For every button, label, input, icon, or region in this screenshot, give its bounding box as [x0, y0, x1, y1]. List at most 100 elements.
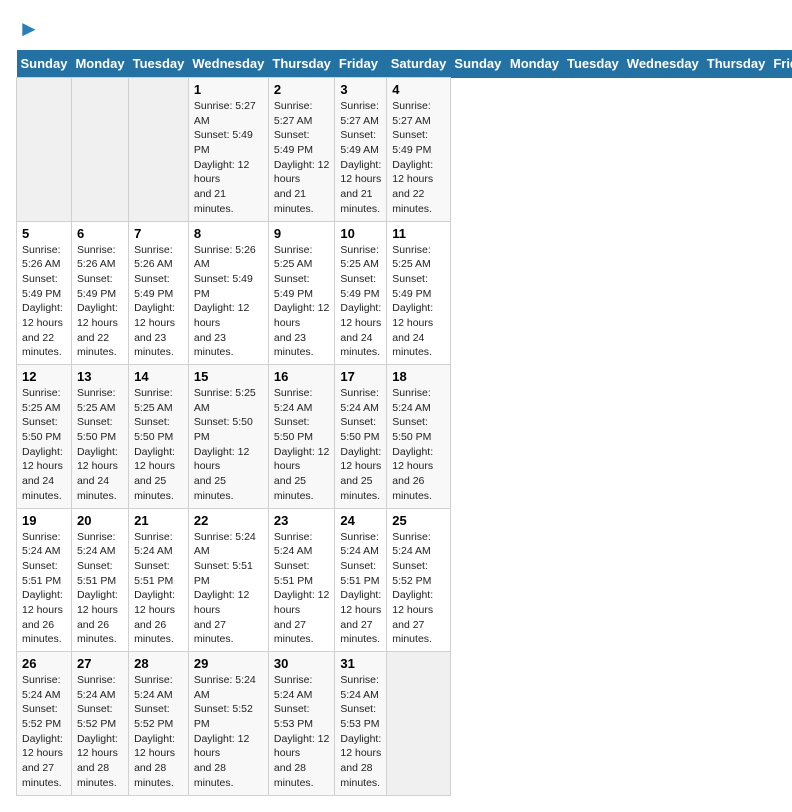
day-of-week-header: Thursday: [703, 50, 770, 78]
page-header: ►: [16, 16, 776, 42]
calendar-cell: 10 Sunrise: 5:25 AM Sunset: 5:49 PM Dayli…: [335, 221, 387, 365]
day-number: 10: [340, 226, 381, 241]
day-info: Sunrise: 5:26 AM Sunset: 5:49 PM Dayligh…: [77, 243, 123, 361]
calendar-cell: 16 Sunrise: 5:24 AM Sunset: 5:50 PM Dayli…: [268, 365, 335, 509]
day-number: 5: [22, 226, 66, 241]
day-number: 31: [340, 656, 381, 671]
day-of-week-header: Monday: [71, 50, 128, 78]
day-number: 28: [134, 656, 183, 671]
day-info: Sunrise: 5:25 AM Sunset: 5:50 PM Dayligh…: [134, 386, 183, 504]
calendar-header-row: SundayMondayTuesdayWednesdayThursdayFrid…: [17, 50, 792, 78]
day-info: Sunrise: 5:24 AM Sunset: 5:52 PM Dayligh…: [22, 673, 66, 791]
day-number: 12: [22, 369, 66, 384]
day-info: Sunrise: 5:24 AM Sunset: 5:50 PM Dayligh…: [340, 386, 381, 504]
calendar-cell: 8Sunrise: 5:26 AM Sunset: 5:49 PM Daylig…: [188, 221, 268, 365]
day-number: 16: [274, 369, 330, 384]
day-number: 4: [392, 82, 445, 97]
day-info: Sunrise: 5:24 AM Sunset: 5:51 PM Dayligh…: [340, 530, 381, 648]
day-number: 1: [194, 82, 263, 97]
day-number: 22: [194, 513, 263, 528]
day-of-week-header: Friday: [335, 50, 387, 78]
day-of-week-header: Tuesday: [563, 50, 623, 78]
calendar-week-row: 12 Sunrise: 5:25 AM Sunset: 5:50 PM Dayli…: [17, 365, 792, 509]
calendar-cell: 26Sunrise: 5:24 AM Sunset: 5:52 PM Dayli…: [17, 652, 72, 796]
day-info: Sunrise: 5:24 AM Sunset: 5:52 PM Dayligh…: [77, 673, 123, 791]
calendar-cell: 29 Sunrise: 5:24 AM Sunset: 5:52 PM Dayli…: [188, 652, 268, 796]
calendar-cell: 13Sunrise: 5:25 AM Sunset: 5:50 PM Dayli…: [71, 365, 128, 509]
calendar-cell: [17, 78, 72, 222]
logo-bird-icon: ►: [18, 16, 40, 42]
calendar-cell: 23Sunrise: 5:24 AM Sunset: 5:51 PM Dayli…: [268, 508, 335, 652]
calendar-week-row: 5 Sunrise: 5:26 AM Sunset: 5:49 PM Daylig…: [17, 221, 792, 365]
calendar-cell: 3Sunrise: 5:27 AM Sunset: 5:49 AM Daylig…: [335, 78, 387, 222]
day-of-week-header: Friday: [769, 50, 792, 78]
day-number: 24: [340, 513, 381, 528]
calendar-cell: 22 Sunrise: 5:24 AM Sunset: 5:51 PM Dayli…: [188, 508, 268, 652]
calendar-cell: 9 Sunrise: 5:25 AM Sunset: 5:49 PM Daylig…: [268, 221, 335, 365]
day-info: Sunrise: 5:26 AM Sunset: 5:49 PM Dayligh…: [22, 243, 66, 361]
calendar-cell: 11 Sunrise: 5:25 AM Sunset: 5:49 PM Dayli…: [387, 221, 451, 365]
day-number: 27: [77, 656, 123, 671]
day-info: Sunrise: 5:24 AM Sunset: 5:50 PM Dayligh…: [274, 386, 330, 504]
day-number: 25: [392, 513, 445, 528]
calendar-cell: 31 Sunrise: 5:24 AM Sunset: 5:53 PM Dayli…: [335, 652, 387, 796]
calendar-cell: 18 Sunrise: 5:24 AM Sunset: 5:50 PM Dayli…: [387, 365, 451, 509]
day-info: Sunrise: 5:27 AM Sunset: 5:49 PM Dayligh…: [194, 99, 263, 217]
calendar-week-row: 1 Sunrise: 5:27 AM Sunset: 5:49 PM Daylig…: [17, 78, 792, 222]
calendar-cell: 20 Sunrise: 5:24 AM Sunset: 5:51 PM Dayli…: [71, 508, 128, 652]
calendar-cell: 17 Sunrise: 5:24 AM Sunset: 5:50 PM Dayli…: [335, 365, 387, 509]
day-info: Sunrise: 5:24 AM Sunset: 5:51 PM Dayligh…: [134, 530, 183, 648]
day-number: 3: [340, 82, 381, 97]
day-of-week-header: Sunday: [17, 50, 72, 78]
day-number: 9: [274, 226, 330, 241]
calendar-week-row: 26Sunrise: 5:24 AM Sunset: 5:52 PM Dayli…: [17, 652, 792, 796]
day-number: 23: [274, 513, 330, 528]
calendar-cell: 25 Sunrise: 5:24 AM Sunset: 5:52 PM Dayli…: [387, 508, 451, 652]
calendar-cell: 6Sunrise: 5:26 AM Sunset: 5:49 PM Daylig…: [71, 221, 128, 365]
calendar-cell: 15 Sunrise: 5:25 AM Sunset: 5:50 PM Dayli…: [188, 365, 268, 509]
day-number: 14: [134, 369, 183, 384]
day-number: 17: [340, 369, 381, 384]
day-of-week-header: Wednesday: [188, 50, 268, 78]
calendar-cell: 1 Sunrise: 5:27 AM Sunset: 5:49 PM Daylig…: [188, 78, 268, 222]
day-info: Sunrise: 5:27 AM Sunset: 5:49 PM Dayligh…: [392, 99, 445, 217]
calendar-cell: 24 Sunrise: 5:24 AM Sunset: 5:51 PM Dayli…: [335, 508, 387, 652]
day-info: Sunrise: 5:25 AM Sunset: 5:49 PM Dayligh…: [340, 243, 381, 361]
calendar-cell: 7 Sunrise: 5:26 AM Sunset: 5:49 PM Daylig…: [129, 221, 189, 365]
logo: ►: [16, 16, 40, 42]
day-of-week-header: Tuesday: [129, 50, 189, 78]
day-info: Sunrise: 5:26 AM Sunset: 5:49 PM Dayligh…: [134, 243, 183, 361]
calendar-cell: [129, 78, 189, 222]
day-info: Sunrise: 5:24 AM Sunset: 5:53 PM Dayligh…: [340, 673, 381, 791]
day-info: Sunrise: 5:24 AM Sunset: 5:52 PM Dayligh…: [134, 673, 183, 791]
day-number: 30: [274, 656, 330, 671]
day-number: 20: [77, 513, 123, 528]
calendar-cell: [387, 652, 451, 796]
calendar-cell: 27 Sunrise: 5:24 AM Sunset: 5:52 PM Dayli…: [71, 652, 128, 796]
day-info: Sunrise: 5:27 AM Sunset: 5:49 PM Dayligh…: [274, 99, 330, 217]
day-of-week-header: Thursday: [268, 50, 335, 78]
day-of-week-header: Saturday: [387, 50, 451, 78]
day-info: Sunrise: 5:25 AM Sunset: 5:49 PM Dayligh…: [274, 243, 330, 361]
calendar-cell: 14 Sunrise: 5:25 AM Sunset: 5:50 PM Dayli…: [129, 365, 189, 509]
day-number: 19: [22, 513, 66, 528]
calendar-cell: 5 Sunrise: 5:26 AM Sunset: 5:49 PM Daylig…: [17, 221, 72, 365]
day-info: Sunrise: 5:24 AM Sunset: 5:51 PM Dayligh…: [77, 530, 123, 648]
day-info: Sunrise: 5:24 AM Sunset: 5:52 PM Dayligh…: [392, 530, 445, 648]
day-info: Sunrise: 5:25 AM Sunset: 5:49 PM Dayligh…: [392, 243, 445, 361]
day-number: 21: [134, 513, 183, 528]
day-number: 13: [77, 369, 123, 384]
day-info: Sunrise: 5:25 AM Sunset: 5:50 PM Dayligh…: [194, 386, 263, 504]
day-number: 7: [134, 226, 183, 241]
day-info: Sunrise: 5:24 AM Sunset: 5:52 PM Dayligh…: [194, 673, 263, 791]
day-number: 18: [392, 369, 445, 384]
day-of-week-header: Sunday: [450, 50, 505, 78]
day-info: Sunrise: 5:24 AM Sunset: 5:50 PM Dayligh…: [392, 386, 445, 504]
day-info: Sunrise: 5:25 AM Sunset: 5:50 PM Dayligh…: [22, 386, 66, 504]
calendar-cell: 12 Sunrise: 5:25 AM Sunset: 5:50 PM Dayli…: [17, 365, 72, 509]
day-number: 2: [274, 82, 330, 97]
day-info: Sunrise: 5:24 AM Sunset: 5:51 PM Dayligh…: [194, 530, 263, 648]
day-number: 15: [194, 369, 263, 384]
day-number: 11: [392, 226, 445, 241]
day-number: 29: [194, 656, 263, 671]
